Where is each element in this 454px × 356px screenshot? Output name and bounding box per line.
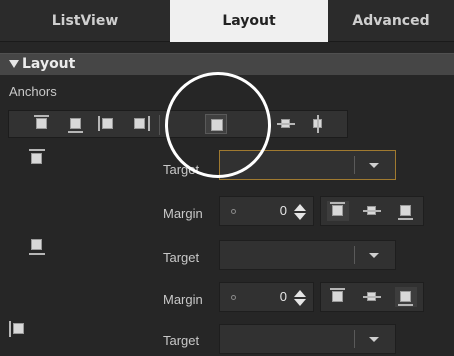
binding-indicator-icon[interactable]: [231, 295, 236, 300]
spin-down-icon[interactable]: [294, 299, 306, 306]
anchor-left-icon: [102, 118, 113, 129]
spin-up-icon[interactable]: [294, 204, 306, 211]
target-dropdown-left[interactable]: [219, 324, 396, 354]
binding-indicator-icon[interactable]: [231, 209, 236, 214]
anchor-left-button[interactable]: [97, 114, 119, 134]
anchor-bottom-icon: [70, 118, 81, 129]
align-bottom-button[interactable]: [395, 287, 417, 307]
chevron-down-icon: [369, 337, 379, 342]
align-center-button[interactable]: [361, 201, 383, 221]
spin-down-icon[interactable]: [294, 213, 306, 220]
align-top-button[interactable]: [327, 287, 349, 307]
anchor-horizontal-center-button[interactable]: [307, 114, 329, 134]
margin-label-bottom: Margin: [163, 292, 203, 307]
anchor-fill-button[interactable]: [205, 114, 227, 134]
margin-value-top: 0: [279, 203, 287, 218]
anchor-fill-icon: [211, 119, 223, 131]
target-dropdown-bottom[interactable]: [219, 240, 396, 270]
align-center-icon: [363, 296, 381, 298]
align-center-button[interactable]: [361, 287, 383, 307]
tab-listview[interactable]: ListView: [0, 0, 170, 42]
margin-value-bottom: 0: [279, 289, 287, 304]
row-anchor-left-icon: [8, 318, 30, 340]
target-dropdown-top[interactable]: [219, 150, 396, 180]
margin-label-top: Margin: [163, 206, 203, 221]
target-label-bottom: Target: [163, 250, 200, 265]
tab-layout[interactable]: Layout: [170, 0, 328, 42]
anchor-bottom-button[interactable]: [65, 114, 87, 134]
target-label-left: Target: [163, 333, 200, 348]
align-bottom-icon: [400, 291, 411, 302]
layout-section-header[interactable]: Layout: [0, 53, 454, 75]
row-anchor-bottom-icon: [26, 234, 48, 256]
target-label-top: Target: [163, 162, 200, 177]
tab-advanced[interactable]: Advanced: [328, 0, 454, 42]
align-bottom-icon: [400, 205, 411, 216]
spin-up-icon[interactable]: [294, 290, 306, 297]
section-title: Layout: [22, 56, 76, 72]
margin-spinbox-top[interactable]: 0: [219, 196, 314, 226]
align-center-icon: [363, 210, 381, 212]
align-bottom-button[interactable]: [395, 201, 417, 221]
tab-bar: ListView Layout Advanced: [0, 0, 454, 42]
anchor-top-icon: [36, 118, 47, 129]
margin-alignment-group-bottom: [320, 282, 424, 312]
row-anchor-top-icon: [26, 148, 48, 170]
align-top-icon: [332, 205, 343, 216]
align-top-icon: [332, 291, 343, 302]
anchor-top-button[interactable]: [31, 114, 53, 134]
expand-triangle-icon[interactable]: [9, 60, 19, 68]
chevron-down-icon: [369, 253, 379, 258]
align-top-button[interactable]: [327, 201, 349, 221]
anchor-right-icon: [134, 118, 145, 129]
margin-spinbox-bottom[interactable]: 0: [219, 282, 314, 312]
margin-alignment-group-top: [320, 196, 424, 226]
anchor-vertical-center-button[interactable]: [275, 114, 297, 134]
toolbar-separator: [159, 115, 160, 135]
anchor-toolbar: [8, 110, 348, 138]
anchor-right-button[interactable]: [129, 114, 151, 134]
anchor-horizontal-center-icon: [317, 115, 319, 133]
chevron-down-icon: [369, 163, 379, 168]
anchors-label: Anchors: [9, 84, 57, 99]
